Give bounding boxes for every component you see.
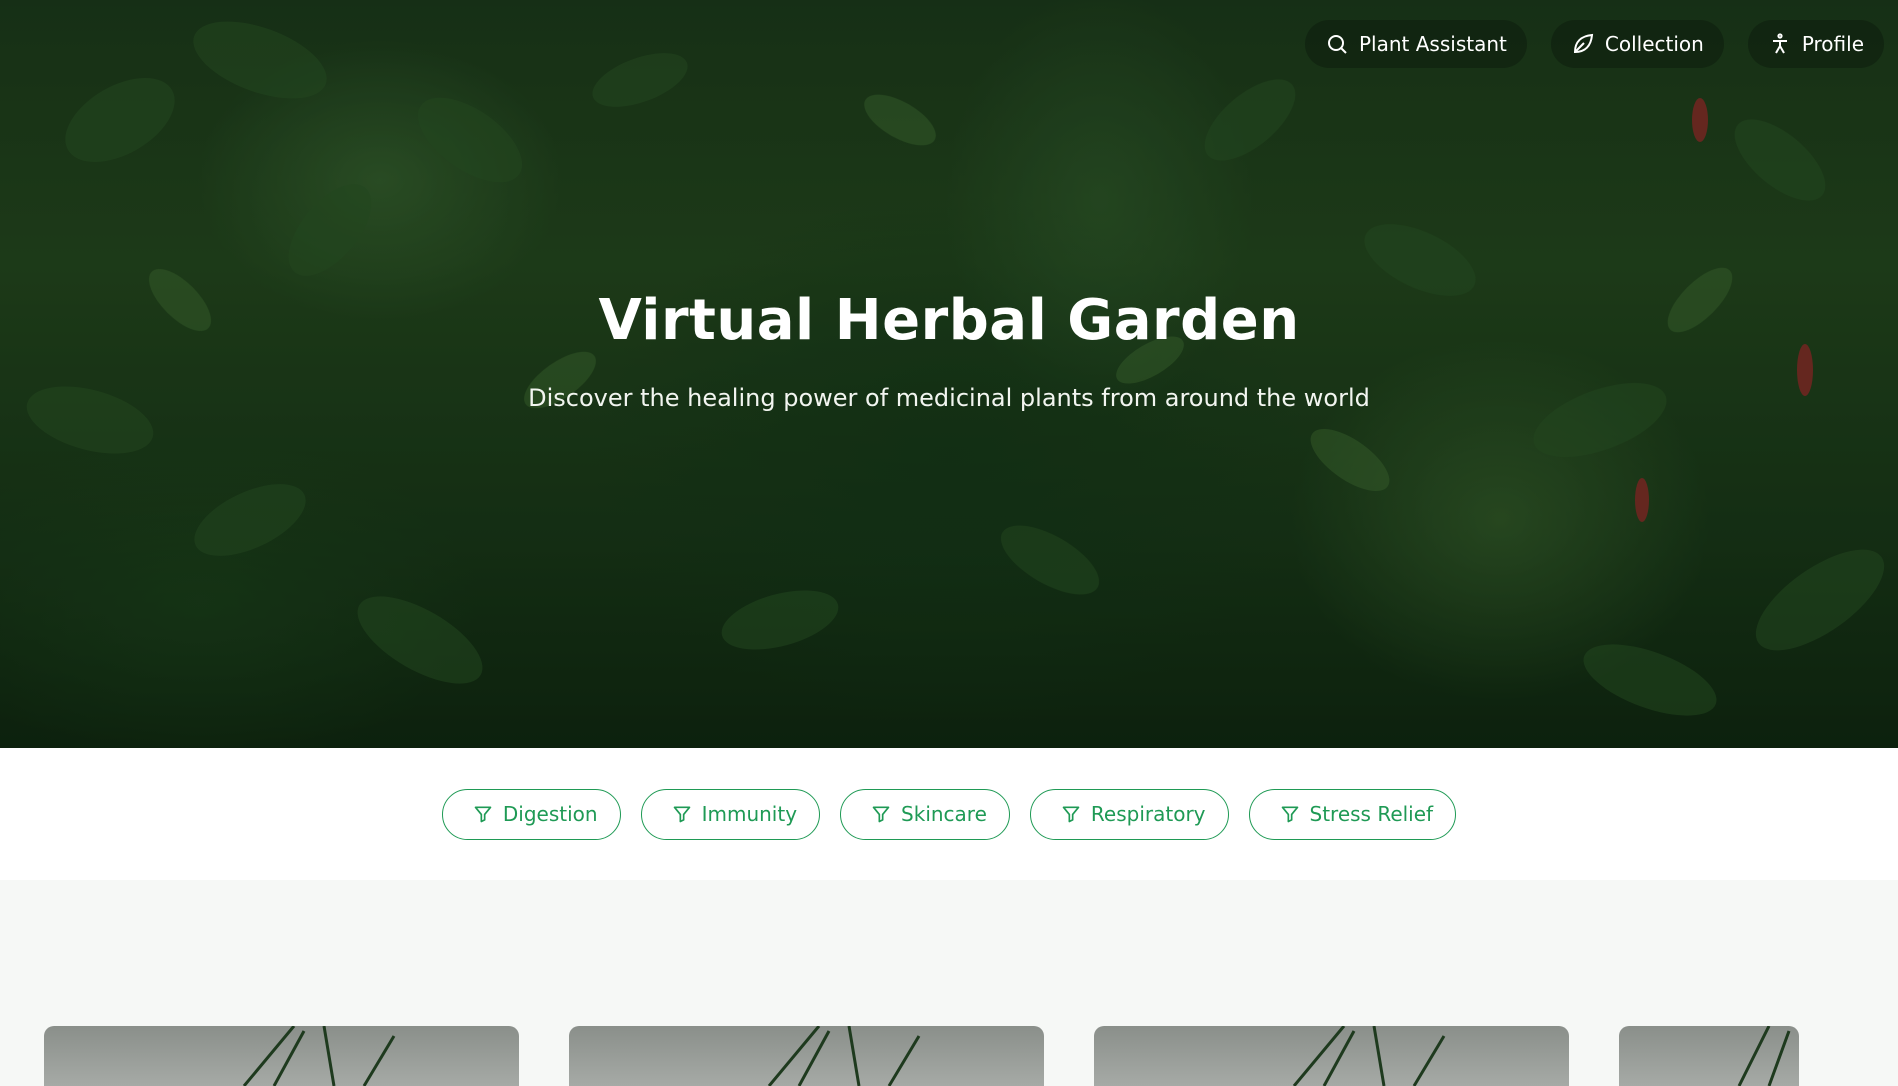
filter-icon [872, 806, 890, 823]
filter-chip-label: Respiratory [1090, 802, 1206, 826]
filter-chip-stress-relief[interactable]: Stress Relief [1248, 788, 1457, 840]
plant-assistant-button[interactable]: Plant Assistant [1305, 20, 1527, 68]
person-icon [1772, 33, 1787, 54]
page-subtitle: Discover the healing power of medicinal … [528, 384, 1370, 412]
plant-assistant-label: Plant Assistant [1359, 32, 1507, 56]
filter-icon [673, 806, 690, 823]
leaf-icon [1573, 33, 1593, 54]
filter-chip-immunity[interactable]: Immunity [640, 788, 821, 840]
collection-button[interactable]: Collection [1550, 20, 1724, 68]
plant-card-image [242, 1026, 396, 1086]
filter-chip-label: Skincare [901, 802, 987, 826]
plant-card-image [1292, 1026, 1446, 1086]
filter-chip-label: Stress Relief [1309, 802, 1434, 826]
collection-label: Collection [1604, 32, 1704, 56]
filter-chip-digestion[interactable]: Digestion [441, 788, 621, 840]
plant-card[interactable] [1094, 1026, 1569, 1086]
filter-chip-label: Digestion [502, 802, 598, 826]
filter-chip-label: Immunity [701, 802, 798, 826]
hero-overlay [0, 0, 1898, 748]
filter-icon [1062, 806, 1080, 823]
plant-card[interactable] [1619, 1026, 1799, 1086]
category-filter-bar: Digestion Immunity Skincare Respiratory … [0, 748, 1898, 880]
plant-card-image [767, 1026, 921, 1086]
plant-card[interactable] [569, 1026, 1044, 1086]
top-nav: Plant Assistant Collection Profile [1305, 20, 1884, 68]
page-title: Virtual Herbal Garden [598, 288, 1300, 353]
profile-button[interactable]: Profile [1747, 20, 1884, 68]
plant-card-grid [44, 1026, 1799, 1086]
filter-chip-skincare[interactable]: Skincare [840, 788, 1010, 840]
filter-chip-respiratory[interactable]: Respiratory [1029, 788, 1229, 840]
filter-icon [1281, 806, 1298, 823]
search-icon [1328, 35, 1347, 54]
plant-card[interactable] [44, 1026, 519, 1086]
hero-banner: Plant Assistant Collection Profile Virtu… [0, 0, 1898, 748]
filter-icon [474, 806, 492, 823]
profile-label: Profile [1801, 32, 1864, 56]
plant-card-image [1737, 1026, 1791, 1086]
